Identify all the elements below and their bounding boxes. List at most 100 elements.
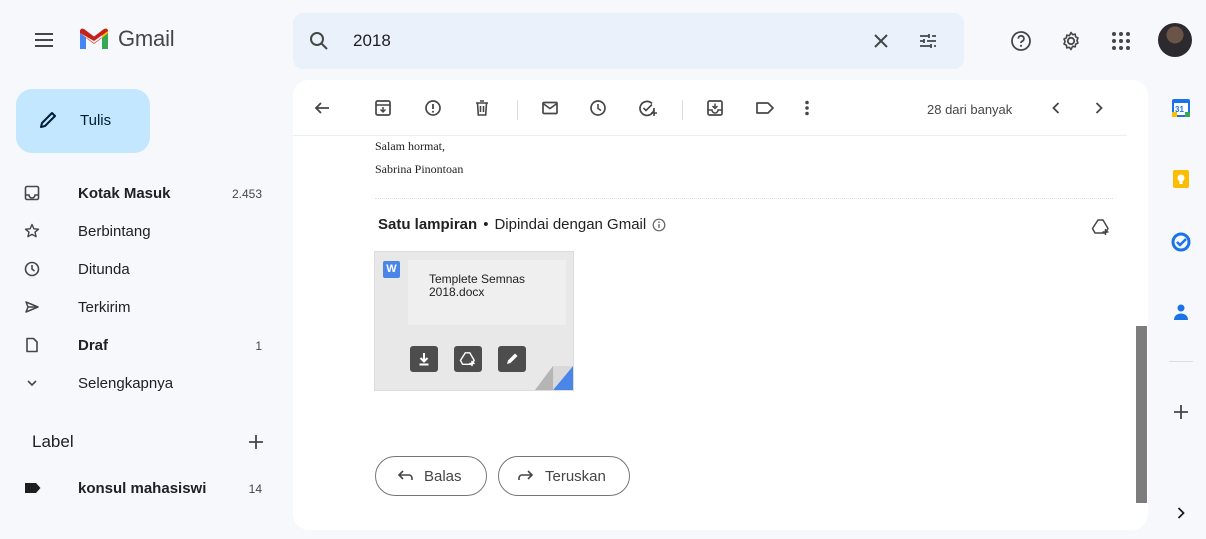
sidebar-item-label: Kotak Masuk <box>78 185 171 202</box>
forward-button[interactable]: Teruskan <box>498 456 630 496</box>
plus-icon <box>249 435 263 449</box>
sidebar-item-label: konsul mahasiswi <box>78 480 207 497</box>
reply-button[interactable]: Balas <box>375 456 487 496</box>
sidebar-item-label: Terkirim <box>78 299 131 316</box>
report-spam-icon[interactable] <box>424 99 442 117</box>
add-to-tasks-icon[interactable] <box>638 99 658 117</box>
sidebar-label-konsul-mahasiswi[interactable]: konsul mahasiswi 14 <box>0 472 280 504</box>
apps-button[interactable] <box>1110 30 1132 52</box>
inbox-icon <box>24 185 40 201</box>
download-attachment-button[interactable] <box>410 346 438 372</box>
get-addons-button[interactable] <box>1171 402 1191 422</box>
attachment-card[interactable]: W Templete Semnas 2018.docx <box>374 251 574 391</box>
trash-icon[interactable] <box>473 99 491 117</box>
tasks-app-button[interactable] <box>1171 232 1191 252</box>
scrollbar-thumb[interactable] <box>1136 326 1147 503</box>
add-to-drive-icon <box>459 352 475 367</box>
tasks-icon <box>1171 232 1191 252</box>
compose-button[interactable]: Tulis <box>16 89 150 153</box>
scan-text: Dipindai dengan Gmail <box>494 216 647 233</box>
more-vert-icon[interactable] <box>803 99 811 117</box>
help-button[interactable] <box>1010 30 1032 52</box>
keep-icon <box>1173 170 1189 188</box>
back-arrow-icon[interactable] <box>313 99 331 117</box>
pencil-icon <box>40 112 56 128</box>
labels-heading: Label <box>32 432 74 451</box>
search-icon[interactable] <box>307 29 331 53</box>
sidebar-item-snoozed[interactable]: Ditunda <box>0 253 280 285</box>
account-avatar[interactable] <box>1158 23 1192 57</box>
gmail-logo[interactable]: Gmail <box>78 26 175 52</box>
sidebar-item-more[interactable]: Selengkapnya <box>0 367 280 399</box>
separator-dot: • <box>483 216 489 233</box>
settings-button[interactable] <box>1060 30 1082 52</box>
pencil-icon <box>507 353 518 364</box>
download-icon <box>419 353 429 366</box>
sidebar-item-label: Ditunda <box>78 261 130 278</box>
sidebar-item-label: Draf <box>78 337 109 354</box>
toolbar-divider-line <box>293 135 1127 136</box>
add-to-drive-icon[interactable] <box>1091 218 1111 236</box>
signature-line: Salam hormat, <box>375 139 445 153</box>
attachments-count: Satu lampiran <box>378 216 478 233</box>
sidebar-item-starred[interactable]: Berbintang <box>0 215 280 247</box>
attachment-filename: Templete Semnas 2018.docx <box>429 272 526 299</box>
snooze-icon[interactable] <box>589 99 607 117</box>
sidebar-item-count: 14 <box>248 482 262 496</box>
save-to-drive-button[interactable] <box>454 346 482 372</box>
message-view: 28 dari banyak Salam hormat, Sabrina Pin… <box>293 80 1148 530</box>
clear-icon[interactable] <box>871 31 891 51</box>
calendar-day: 31 <box>1175 105 1184 114</box>
clock-icon <box>24 261 40 277</box>
gmail-logo-icon <box>80 28 108 49</box>
draft-icon <box>26 337 38 353</box>
compose-label: Tulis <box>80 112 112 129</box>
sidebar-item-count: 2.453 <box>231 187 262 201</box>
chevron-left-icon[interactable] <box>1049 99 1063 117</box>
archive-icon[interactable] <box>374 99 392 117</box>
menu-icon <box>35 33 53 47</box>
reply-icon <box>397 470 413 480</box>
attachments-header: Satu lampiran • Dipindai dengan Gmail <box>378 216 666 233</box>
search-bar[interactable] <box>293 13 964 69</box>
pager-text: 28 dari banyak <box>927 102 1013 117</box>
label-tag-icon <box>25 483 41 493</box>
reply-label: Balas <box>424 467 462 485</box>
forward-icon <box>518 470 534 480</box>
calendar-app-button[interactable]: 31 <box>1171 98 1191 118</box>
word-doc-icon: W <box>383 261 400 278</box>
signature-name: Sabrina Pinontoan <box>375 162 464 176</box>
chevron-right-icon <box>1177 507 1185 519</box>
edit-attachment-button[interactable] <box>498 346 526 372</box>
add-label-button[interactable] <box>246 432 266 452</box>
side-panel-divider <box>1169 361 1193 362</box>
chevron-down-icon <box>27 380 37 387</box>
info-icon[interactable] <box>652 218 666 232</box>
send-icon <box>25 301 39 313</box>
toolbar-divider <box>682 100 683 120</box>
sidebar-item-sent[interactable]: Terkirim <box>0 291 280 323</box>
expand-side-panel-button[interactable] <box>1174 505 1188 521</box>
apps-icon <box>1112 32 1130 50</box>
star-icon <box>24 223 40 238</box>
sidebar-item-label: Selengkapnya <box>78 375 174 392</box>
search-input[interactable] <box>353 29 833 53</box>
gmail-logo-text: Gmail <box>118 26 175 51</box>
attachments-divider <box>375 198 1113 199</box>
keep-app-button[interactable] <box>1171 169 1191 189</box>
plus-icon <box>1174 405 1188 419</box>
label-icon[interactable] <box>755 99 775 117</box>
move-to-icon[interactable] <box>706 99 724 117</box>
main-menu-button[interactable] <box>32 28 56 52</box>
sidebar-item-label: Berbintang <box>78 223 151 240</box>
gear-icon <box>1063 31 1079 51</box>
sidebar-item-drafts[interactable]: Draf 1 <box>0 329 280 361</box>
chevron-right-icon[interactable] <box>1092 99 1106 117</box>
contacts-app-button[interactable] <box>1171 302 1191 322</box>
contacts-icon <box>1174 304 1188 320</box>
sidebar-item-count: 1 <box>255 339 262 353</box>
sidebar-item-inbox[interactable]: Kotak Masuk 2.453 <box>0 177 280 209</box>
mark-unread-icon[interactable] <box>541 99 559 117</box>
filter-icon[interactable] <box>918 31 938 51</box>
help-icon <box>1011 31 1031 51</box>
